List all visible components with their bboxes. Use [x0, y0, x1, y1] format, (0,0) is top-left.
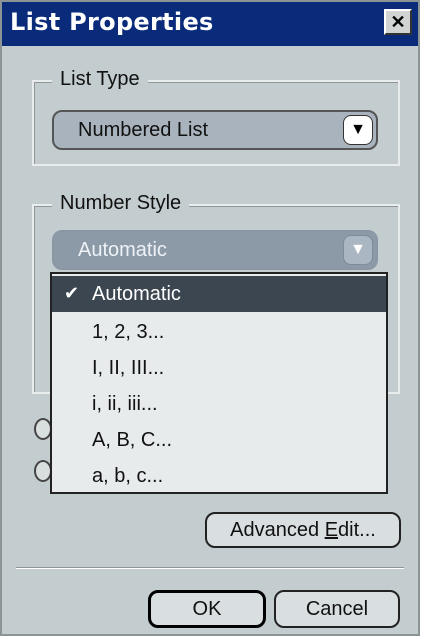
number-style-value: Automatic — [78, 239, 167, 261]
cancel-label: Cancel — [305, 597, 369, 620]
option-label: Automatic — [92, 282, 181, 305]
dialog-title: List Properties — [10, 8, 214, 36]
dropdown-option-lower-alpha[interactable]: a, b, c... — [52, 458, 386, 494]
list-type-label: List Type — [52, 68, 148, 91]
dropdown-option-lower-roman[interactable]: i, ii, iii... — [52, 386, 386, 422]
list-type-select[interactable]: Numbered List ▼ — [52, 110, 378, 150]
ok-button[interactable]: OK — [148, 590, 266, 628]
dropdown-option-automatic[interactable]: ✔ Automatic — [52, 276, 386, 312]
cancel-button[interactable]: Cancel — [274, 590, 400, 628]
dropdown-arrow-icon[interactable]: ▼ — [343, 115, 373, 145]
advanced-edit-mnemonic: E — [324, 518, 339, 541]
list-properties-dialog: List Properties ✕ List Type Numbered Lis… — [0, 0, 420, 636]
option-label: 1, 2, 3... — [92, 320, 165, 343]
close-button[interactable]: ✕ — [384, 9, 412, 35]
option-label: a, b, c... — [92, 464, 164, 487]
divider — [16, 567, 404, 569]
option-label: A, B, C... — [92, 428, 173, 451]
dropdown-arrow-icon[interactable]: ▼ — [343, 235, 373, 265]
number-style-dropdown-list: ✔ Automatic 1, 2, 3... I, II, III... i, … — [50, 272, 388, 494]
number-style-label: Number Style — [52, 192, 190, 215]
checkmark-icon: ✔ — [64, 283, 80, 303]
list-type-value: Numbered List — [78, 119, 209, 141]
close-icon: ✕ — [390, 11, 406, 32]
option-label: I, II, III... — [92, 356, 165, 379]
dropdown-option-upper-alpha[interactable]: A, B, C... — [52, 422, 386, 458]
advanced-edit-button[interactable]: Advanced Edit... — [205, 512, 401, 548]
number-style-select[interactable]: Automatic ▼ — [52, 230, 378, 270]
advanced-edit-prefix: Advanced — [230, 518, 325, 541]
ok-label: OK — [192, 597, 222, 620]
dropdown-option-upper-roman[interactable]: I, II, III... — [52, 350, 386, 386]
option-label: i, ii, iii... — [92, 392, 158, 415]
dropdown-option-arabic[interactable]: 1, 2, 3... — [52, 314, 386, 350]
advanced-edit-label: Advanced Edit... — [230, 519, 376, 542]
advanced-edit-suffix: dit... — [338, 518, 376, 541]
title-bar: List Properties ✕ — [2, 2, 418, 46]
